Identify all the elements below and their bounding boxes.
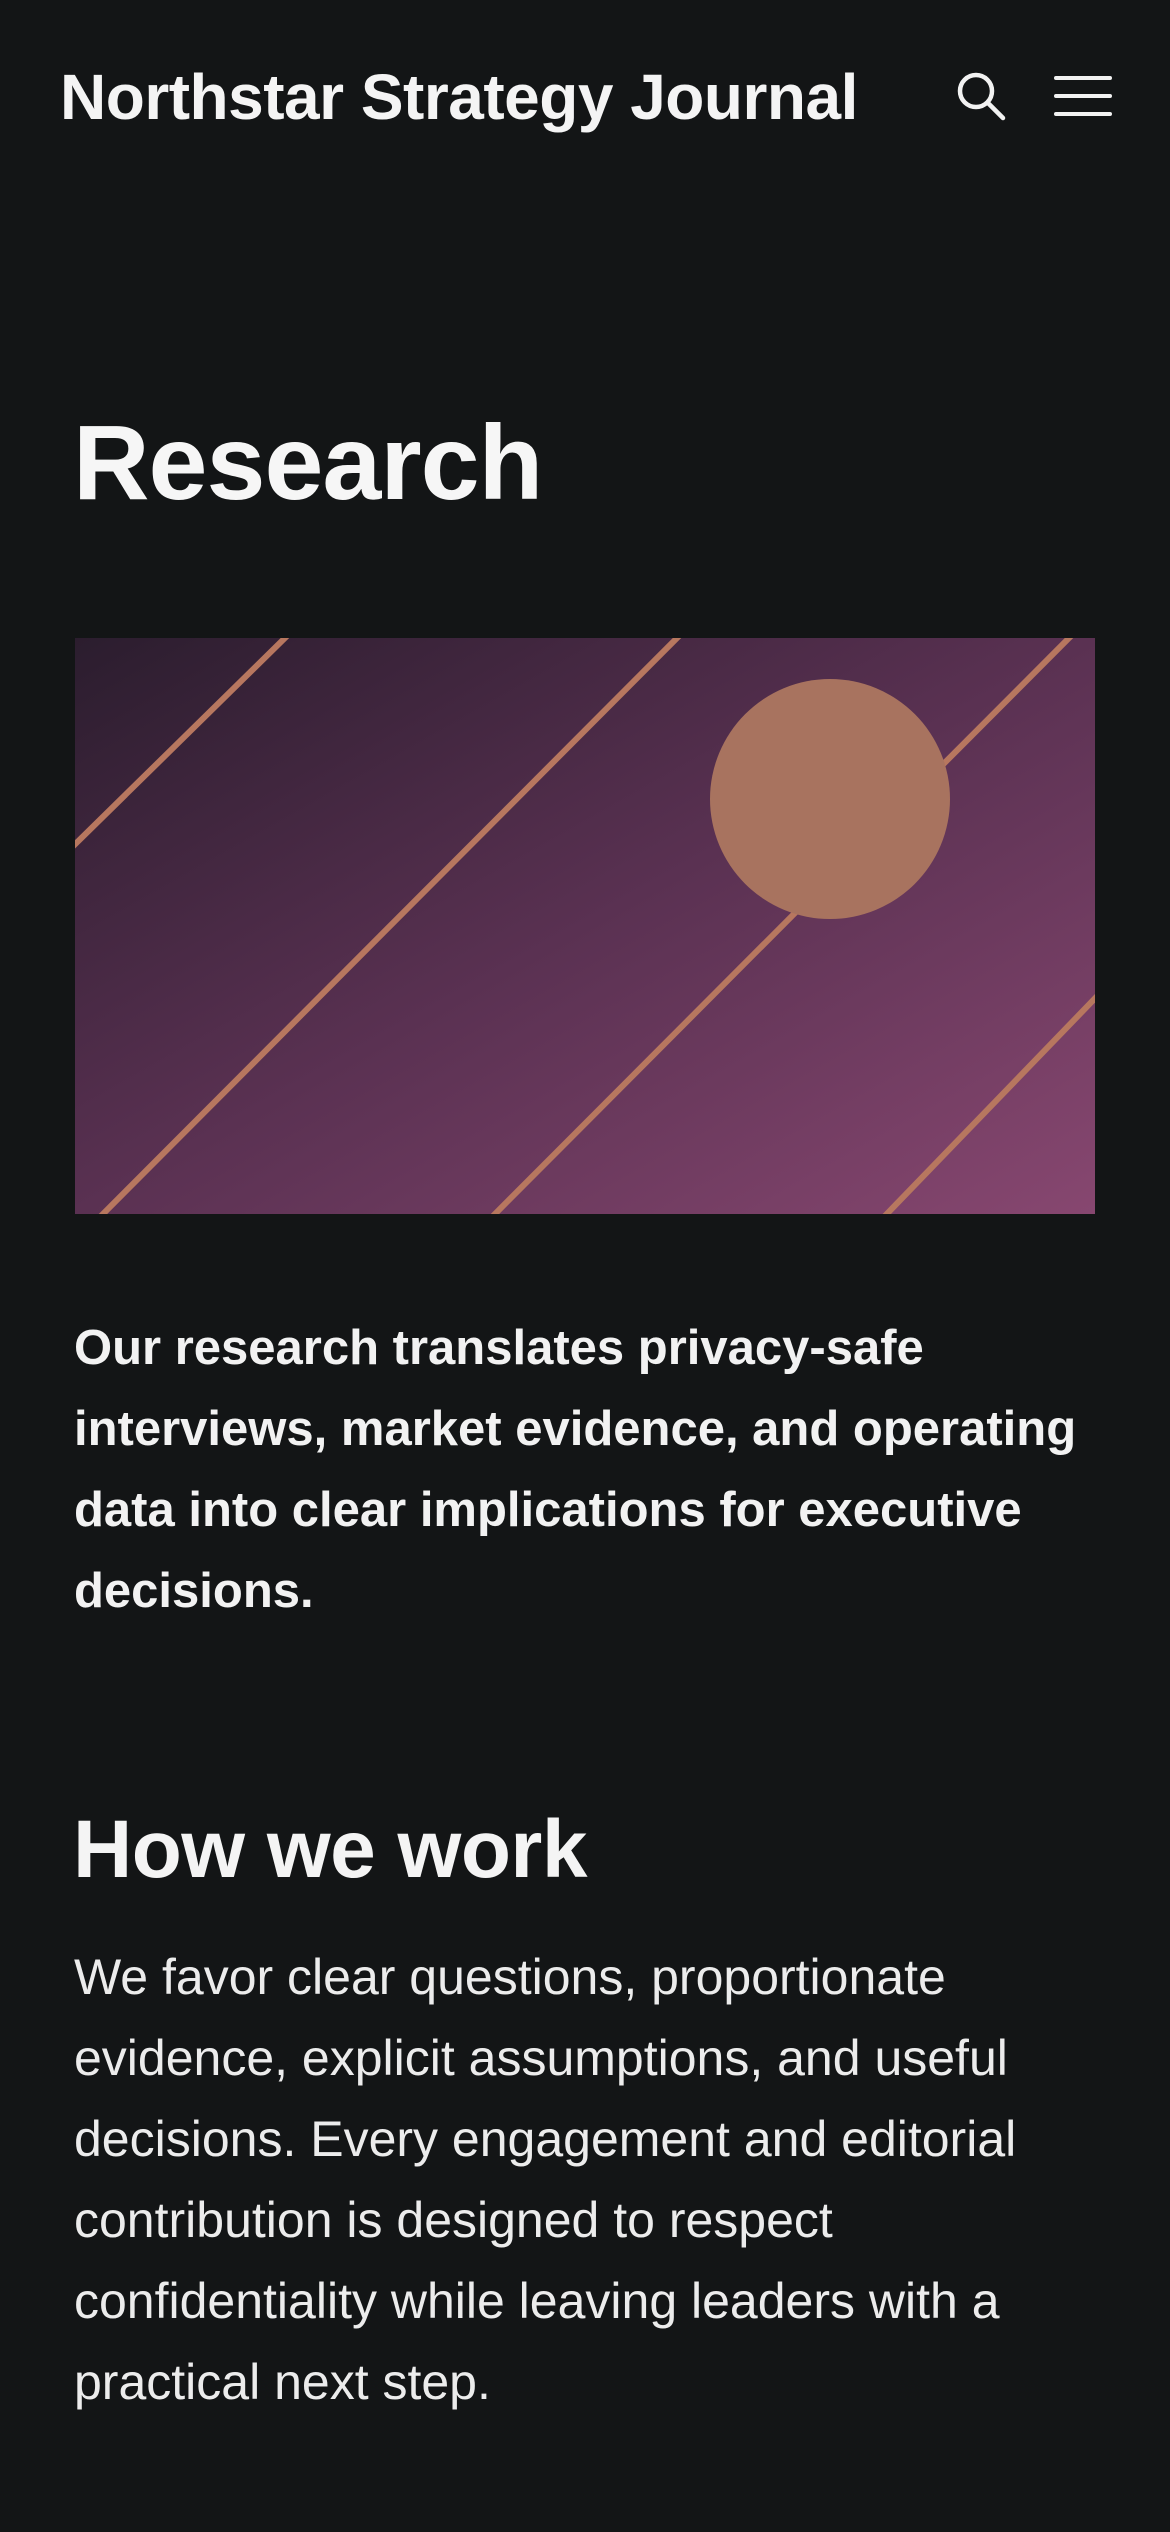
search-icon bbox=[957, 72, 1006, 121]
search-button[interactable] bbox=[945, 60, 1017, 132]
section-heading: How we work bbox=[73, 1804, 587, 1895]
menu-button[interactable] bbox=[1047, 60, 1119, 132]
page-title: Research bbox=[73, 404, 543, 522]
hero-sun-circle bbox=[710, 679, 950, 919]
site-header: Northstar Strategy Journal bbox=[0, 0, 1170, 200]
site-title[interactable]: Northstar Strategy Journal bbox=[60, 58, 858, 136]
section-body: We favor clear questions, proportionate … bbox=[74, 1949, 1017, 2410]
hero-illustration bbox=[75, 638, 1095, 1214]
lead-paragraph: Our research translates privacy-safe int… bbox=[74, 1321, 1077, 1618]
hamburger-menu-icon bbox=[1054, 76, 1112, 116]
